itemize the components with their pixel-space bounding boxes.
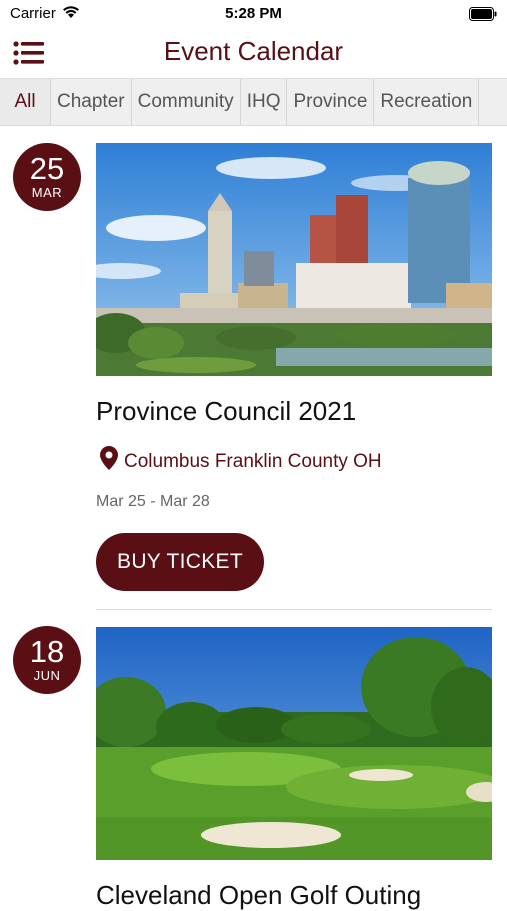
event-image-golf-course[interactable] — [96, 627, 492, 860]
clock-time: 5:28 PM — [225, 5, 282, 22]
event-card[interactable]: 18 JUN Cleveland Open Golf Outing — [0, 610, 507, 910]
event-location[interactable]: Columbus Franklin County OH — [100, 446, 382, 473]
event-card[interactable]: 25 MAR Province Council 2021 Columbus Fr… — [0, 126, 507, 616]
tab-community[interactable]: Community — [131, 79, 241, 125]
date-badge: 25 MAR — [13, 143, 81, 211]
event-image-city-skyline[interactable] — [96, 143, 492, 376]
category-tabs: All Chapter Community IHQ Province Recre… — [0, 78, 507, 126]
date-month: MAR — [31, 185, 63, 200]
page-title: Event Calendar — [163, 36, 344, 66]
tab-all[interactable]: All — [0, 79, 51, 125]
event-title[interactable]: Province Council 2021 — [96, 396, 356, 427]
date-day: 18 — [29, 634, 65, 669]
tab-ihq[interactable]: IHQ — [240, 79, 288, 125]
status-bar: Carrier 5:28 PM — [0, 0, 507, 28]
event-title[interactable]: Cleveland Open Golf Outing — [96, 880, 421, 911]
tab-province[interactable]: Province — [287, 79, 375, 125]
tab-chapter[interactable]: Chapter — [51, 79, 132, 125]
date-month: JUN — [33, 668, 61, 683]
tab-recreation[interactable]: Recreation — [374, 79, 480, 125]
date-day: 25 — [29, 151, 65, 186]
nav-bar: Event Calendar — [0, 28, 507, 78]
buy-ticket-button[interactable]: BUY TICKET — [96, 533, 264, 591]
event-dates: Mar 25 - Mar 28 — [96, 493, 210, 510]
battery-icon — [469, 7, 497, 26]
map-pin-icon — [100, 446, 118, 470]
event-location-text: Columbus Franklin County OH — [124, 451, 382, 472]
date-badge: 18 JUN — [13, 626, 81, 694]
